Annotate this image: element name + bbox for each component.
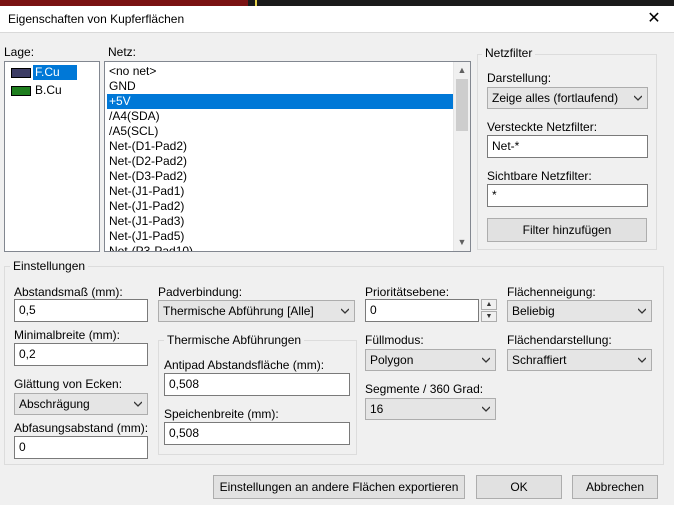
antipad-input[interactable]: 0,508 [164, 373, 350, 396]
net-list-item[interactable]: <no net> [107, 64, 156, 79]
layer-item-bcu[interactable]: B.Cu [33, 83, 62, 98]
chevron-down-icon [341, 307, 349, 315]
min-width-input[interactable]: 0,2 [14, 343, 148, 366]
segments-select[interactable]: 16 [365, 398, 496, 420]
chamfer-label: Abfasungsabstand (mm): [14, 421, 149, 435]
add-filter-button[interactable]: Filter hinzufügen [487, 218, 647, 242]
net-list-item[interactable]: /A4(SDA) [107, 109, 160, 124]
segments-label: Segmente / 360 Grad: [365, 382, 484, 396]
hidden-filter-label: Versteckte Netzfilter: [487, 120, 598, 134]
chevron-down-icon [134, 400, 142, 408]
chevron-down-icon [634, 94, 642, 102]
fill-mode-label: Füllmodus: [365, 333, 424, 347]
display-select-value: Zeige alles (fortlaufend) [492, 91, 619, 105]
priority-label: Prioritätsebene: [365, 285, 450, 299]
fill-mode-select[interactable]: Polygon [365, 349, 496, 371]
net-list-scrollbar[interactable]: ▲ ▼ [453, 62, 470, 251]
chamfer-input[interactable]: 0 [14, 436, 148, 459]
net-list-item[interactable]: /A5(SCL) [107, 124, 158, 139]
visible-filter-label: Sichtbare Netzfilter: [487, 169, 592, 183]
layer-color-swatch [11, 86, 31, 96]
display-select[interactable]: Zeige alles (fortlaufend) [487, 87, 648, 109]
layer-list[interactable]: F.Cu B.Cu [4, 61, 100, 252]
chevron-down-icon [482, 356, 490, 364]
export-settings-button[interactable]: Einstellungen an andere Flächen exportie… [213, 475, 465, 499]
spin-down-icon[interactable]: ▼ [481, 311, 497, 322]
scroll-down-icon[interactable]: ▼ [454, 234, 470, 251]
thermal-group-title: Thermische Abführungen [164, 333, 305, 347]
settings-group-title: Einstellungen [10, 259, 89, 273]
corner-smoothing-label: Glättung von Ecken: [14, 377, 123, 391]
net-list-item[interactable]: GND [107, 79, 136, 94]
layer-item-fcu[interactable]: F.Cu [33, 65, 77, 80]
net-label: Netz: [108, 45, 137, 59]
scroll-thumb[interactable] [456, 79, 468, 131]
net-list-item[interactable]: Net-(D2-Pad2) [107, 154, 187, 169]
pad-connection-value: Thermische Abführung [Alle] [163, 304, 314, 318]
segments-value: 16 [370, 402, 384, 416]
close-icon[interactable]: ✕ [640, 7, 668, 31]
scroll-up-icon[interactable]: ▲ [454, 62, 470, 79]
corner-smoothing-value: Abschrägung [19, 397, 90, 411]
net-list-item[interactable]: Net-(J1-Pad1) [107, 184, 184, 199]
clearance-input[interactable]: 0,5 [14, 299, 148, 322]
min-width-label: Minimalbreite (mm): [14, 328, 121, 342]
pad-connection-label: Padverbindung: [158, 285, 243, 299]
cancel-button[interactable]: Abbrechen [572, 475, 658, 499]
ok-button[interactable]: OK [476, 475, 562, 499]
layer-color-swatch [11, 68, 31, 78]
chevron-down-icon [638, 307, 646, 315]
priority-input[interactable]: 0 [365, 299, 479, 322]
chevron-down-icon [638, 356, 646, 364]
spin-up-icon[interactable]: ▲ [481, 299, 497, 310]
net-list-item[interactable]: +5V [107, 94, 453, 109]
clearance-label: Abstandsmaß (mm): [14, 285, 123, 299]
net-list-item[interactable]: Net-(D3-Pad2) [107, 169, 187, 184]
net-list-item[interactable]: Net-(J1-Pad2) [107, 199, 184, 214]
layer-label: Lage: [4, 45, 35, 59]
net-list-item[interactable]: Net-(P3-Pad10) [107, 244, 193, 251]
window-title: Eigenschaften von Kupferflächen [8, 12, 185, 26]
visible-filter-input[interactable]: * [487, 184, 648, 207]
zone-style-label: Flächendarstellung: [507, 333, 612, 347]
net-list[interactable]: <no net> GND +5V/A4(SDA)/A5(SCL) Net-(D1-Pa… [104, 61, 471, 252]
zone-style-value: Schraffiert [512, 353, 567, 367]
zone-style-select[interactable]: Schraffiert [507, 349, 652, 371]
priority-spinner[interactable]: ▲ ▼ [481, 299, 497, 322]
net-list-item[interactable]: Net-(J1-Pad5) [107, 229, 184, 244]
slope-select[interactable]: Beliebig [507, 300, 652, 322]
fill-mode-value: Polygon [370, 353, 414, 367]
net-list-item[interactable]: Net-(J1-Pad3) [107, 214, 184, 229]
pad-connection-select[interactable]: Thermische Abführung [Alle] [158, 300, 355, 322]
antipad-label: Antipad Abstandsfläche (mm): [164, 358, 325, 372]
spoke-width-input[interactable]: 0,508 [164, 422, 350, 445]
hidden-filter-input[interactable]: Net-* [487, 135, 648, 158]
display-label: Darstellung: [487, 71, 552, 85]
netfilter-group-title: Netzfilter [482, 46, 536, 60]
net-list-item[interactable]: Net-(D1-Pad2) [107, 139, 187, 154]
spoke-width-label: Speichenbreite (mm): [164, 407, 279, 421]
chevron-down-icon [482, 405, 490, 413]
corner-smoothing-select[interactable]: Abschrägung [14, 393, 148, 415]
slope-value: Beliebig [512, 304, 555, 318]
slope-label: Flächenneigung: [507, 285, 596, 299]
